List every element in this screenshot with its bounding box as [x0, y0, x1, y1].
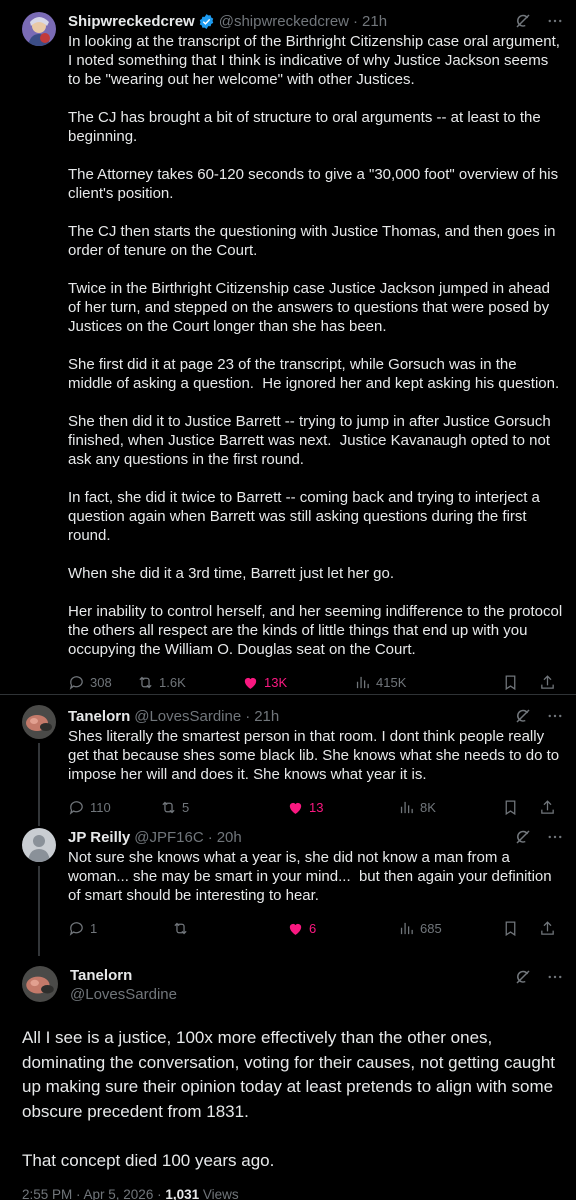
like-button[interactable]: 13	[287, 799, 398, 816]
reply-icon	[69, 800, 83, 815]
thread-line	[38, 816, 40, 826]
tweet-text: In looking at the transcript of the Birt…	[68, 33, 563, 658]
action-bar: 1 6 685	[68, 911, 564, 945]
views-count: 685	[420, 920, 442, 936]
tweet-text: All I see is a justice, 100x more effect…	[22, 1028, 555, 1170]
author-handle[interactable]: @LovesSardine	[70, 985, 177, 1004]
avatar[interactable]	[22, 828, 56, 862]
views-count: 1,031	[165, 1187, 200, 1200]
separator: ·	[353, 12, 359, 30]
reply-icon	[69, 675, 83, 690]
like-icon	[244, 677, 257, 689]
timestamp[interactable]: 20h	[217, 829, 242, 846]
reply-count: 110	[90, 799, 111, 815]
like-button[interactable]: 6	[287, 920, 398, 937]
views-button[interactable]: 8K	[398, 799, 436, 816]
avatar[interactable]	[22, 705, 56, 739]
tweet-1[interactable]: Shipwreckedcrew @shipwreckedcrew · 21h I…	[0, 0, 576, 694]
repost-icon	[174, 922, 187, 934]
bookmark-icon[interactable]	[502, 674, 519, 691]
tweet-3[interactable]: JP Reilly @JPF16C · 20h Not sure she kno…	[0, 816, 576, 956]
separator: ·	[207, 828, 213, 846]
like-icon	[289, 923, 302, 935]
reply-count: 1	[90, 920, 98, 936]
views-icon	[400, 922, 413, 934]
repost-icon	[139, 676, 152, 688]
more-icon[interactable]	[546, 12, 564, 30]
bookmark-icon[interactable]	[502, 920, 519, 937]
views-icon	[356, 676, 369, 688]
author-name[interactable]: Tanelorn	[70, 966, 177, 985]
grok-icon[interactable]	[514, 828, 532, 846]
grok-icon[interactable]	[514, 707, 532, 725]
like-button[interactable]: 13K	[242, 674, 354, 691]
more-icon[interactable]	[546, 707, 564, 725]
tweet-2[interactable]: Tanelorn @LovesSardine · 21h Shes litera…	[0, 695, 576, 816]
author-handle[interactable]: @LovesSardine	[134, 708, 241, 725]
views-icon	[400, 801, 413, 813]
views-count: 415K	[376, 674, 407, 690]
focused-tweet: Tanelorn @LovesSardine All I see is a ju…	[0, 956, 576, 1200]
views-button[interactable]: 685	[398, 920, 442, 937]
separator: ·	[245, 707, 251, 725]
avatar[interactable]	[22, 12, 56, 46]
share-icon[interactable]	[539, 799, 556, 816]
reply-icon	[69, 921, 83, 936]
author-name[interactable]: Tanelorn	[68, 708, 130, 725]
reply-button[interactable]: 110	[68, 799, 160, 816]
grok-icon[interactable]	[514, 12, 532, 30]
verified-icon	[198, 13, 215, 30]
tweet-text: Shes literally the smartest person in th…	[68, 728, 564, 783]
repost-button[interactable]: 1.6K	[137, 674, 242, 691]
action-bar: 308 1.6K 13K 415K	[68, 665, 564, 699]
repost-icon	[162, 801, 175, 813]
timestamp[interactable]: 21h	[362, 13, 387, 30]
like-count: 6	[309, 920, 317, 936]
bookmark-icon[interactable]	[502, 799, 519, 816]
thread-line	[38, 743, 40, 816]
repost-count: 1.6K	[159, 674, 186, 690]
reply-button[interactable]: 1	[68, 920, 172, 937]
thread-line	[38, 866, 40, 956]
more-icon[interactable]	[546, 968, 564, 986]
like-icon	[289, 802, 302, 814]
reply-button[interactable]: 308	[68, 674, 137, 691]
repost-button[interactable]: 5	[160, 799, 287, 816]
author-handle[interactable]: @shipwreckedcrew	[219, 13, 349, 30]
like-count: 13	[309, 799, 324, 815]
share-icon[interactable]	[539, 674, 556, 691]
author-handle[interactable]: @JPF16C	[134, 829, 203, 846]
views-count: 8K	[420, 799, 436, 815]
timestamp[interactable]: 21h	[254, 708, 279, 725]
views-label: Views	[199, 1187, 239, 1200]
tweet-meta: 2:55 PM · Apr 5, 2026 · 1,031 Views	[22, 1187, 564, 1200]
views-button[interactable]: 415K	[354, 674, 406, 691]
grok-icon[interactable]	[514, 968, 532, 986]
post-timestamp[interactable]: 2:55 PM · Apr 5, 2026 ·	[22, 1187, 165, 1200]
author-name[interactable]: JP Reilly	[68, 829, 130, 846]
share-icon[interactable]	[539, 920, 556, 937]
repost-count: 5	[182, 799, 190, 815]
repost-button[interactable]	[172, 920, 287, 937]
tweet-text: Not sure she knows what a year is, she d…	[68, 849, 556, 904]
more-icon[interactable]	[546, 828, 564, 846]
avatar[interactable]	[22, 966, 58, 1002]
reply-count: 308	[90, 674, 112, 690]
author-name[interactable]: Shipwreckedcrew	[68, 13, 195, 30]
like-count: 13K	[264, 674, 288, 690]
